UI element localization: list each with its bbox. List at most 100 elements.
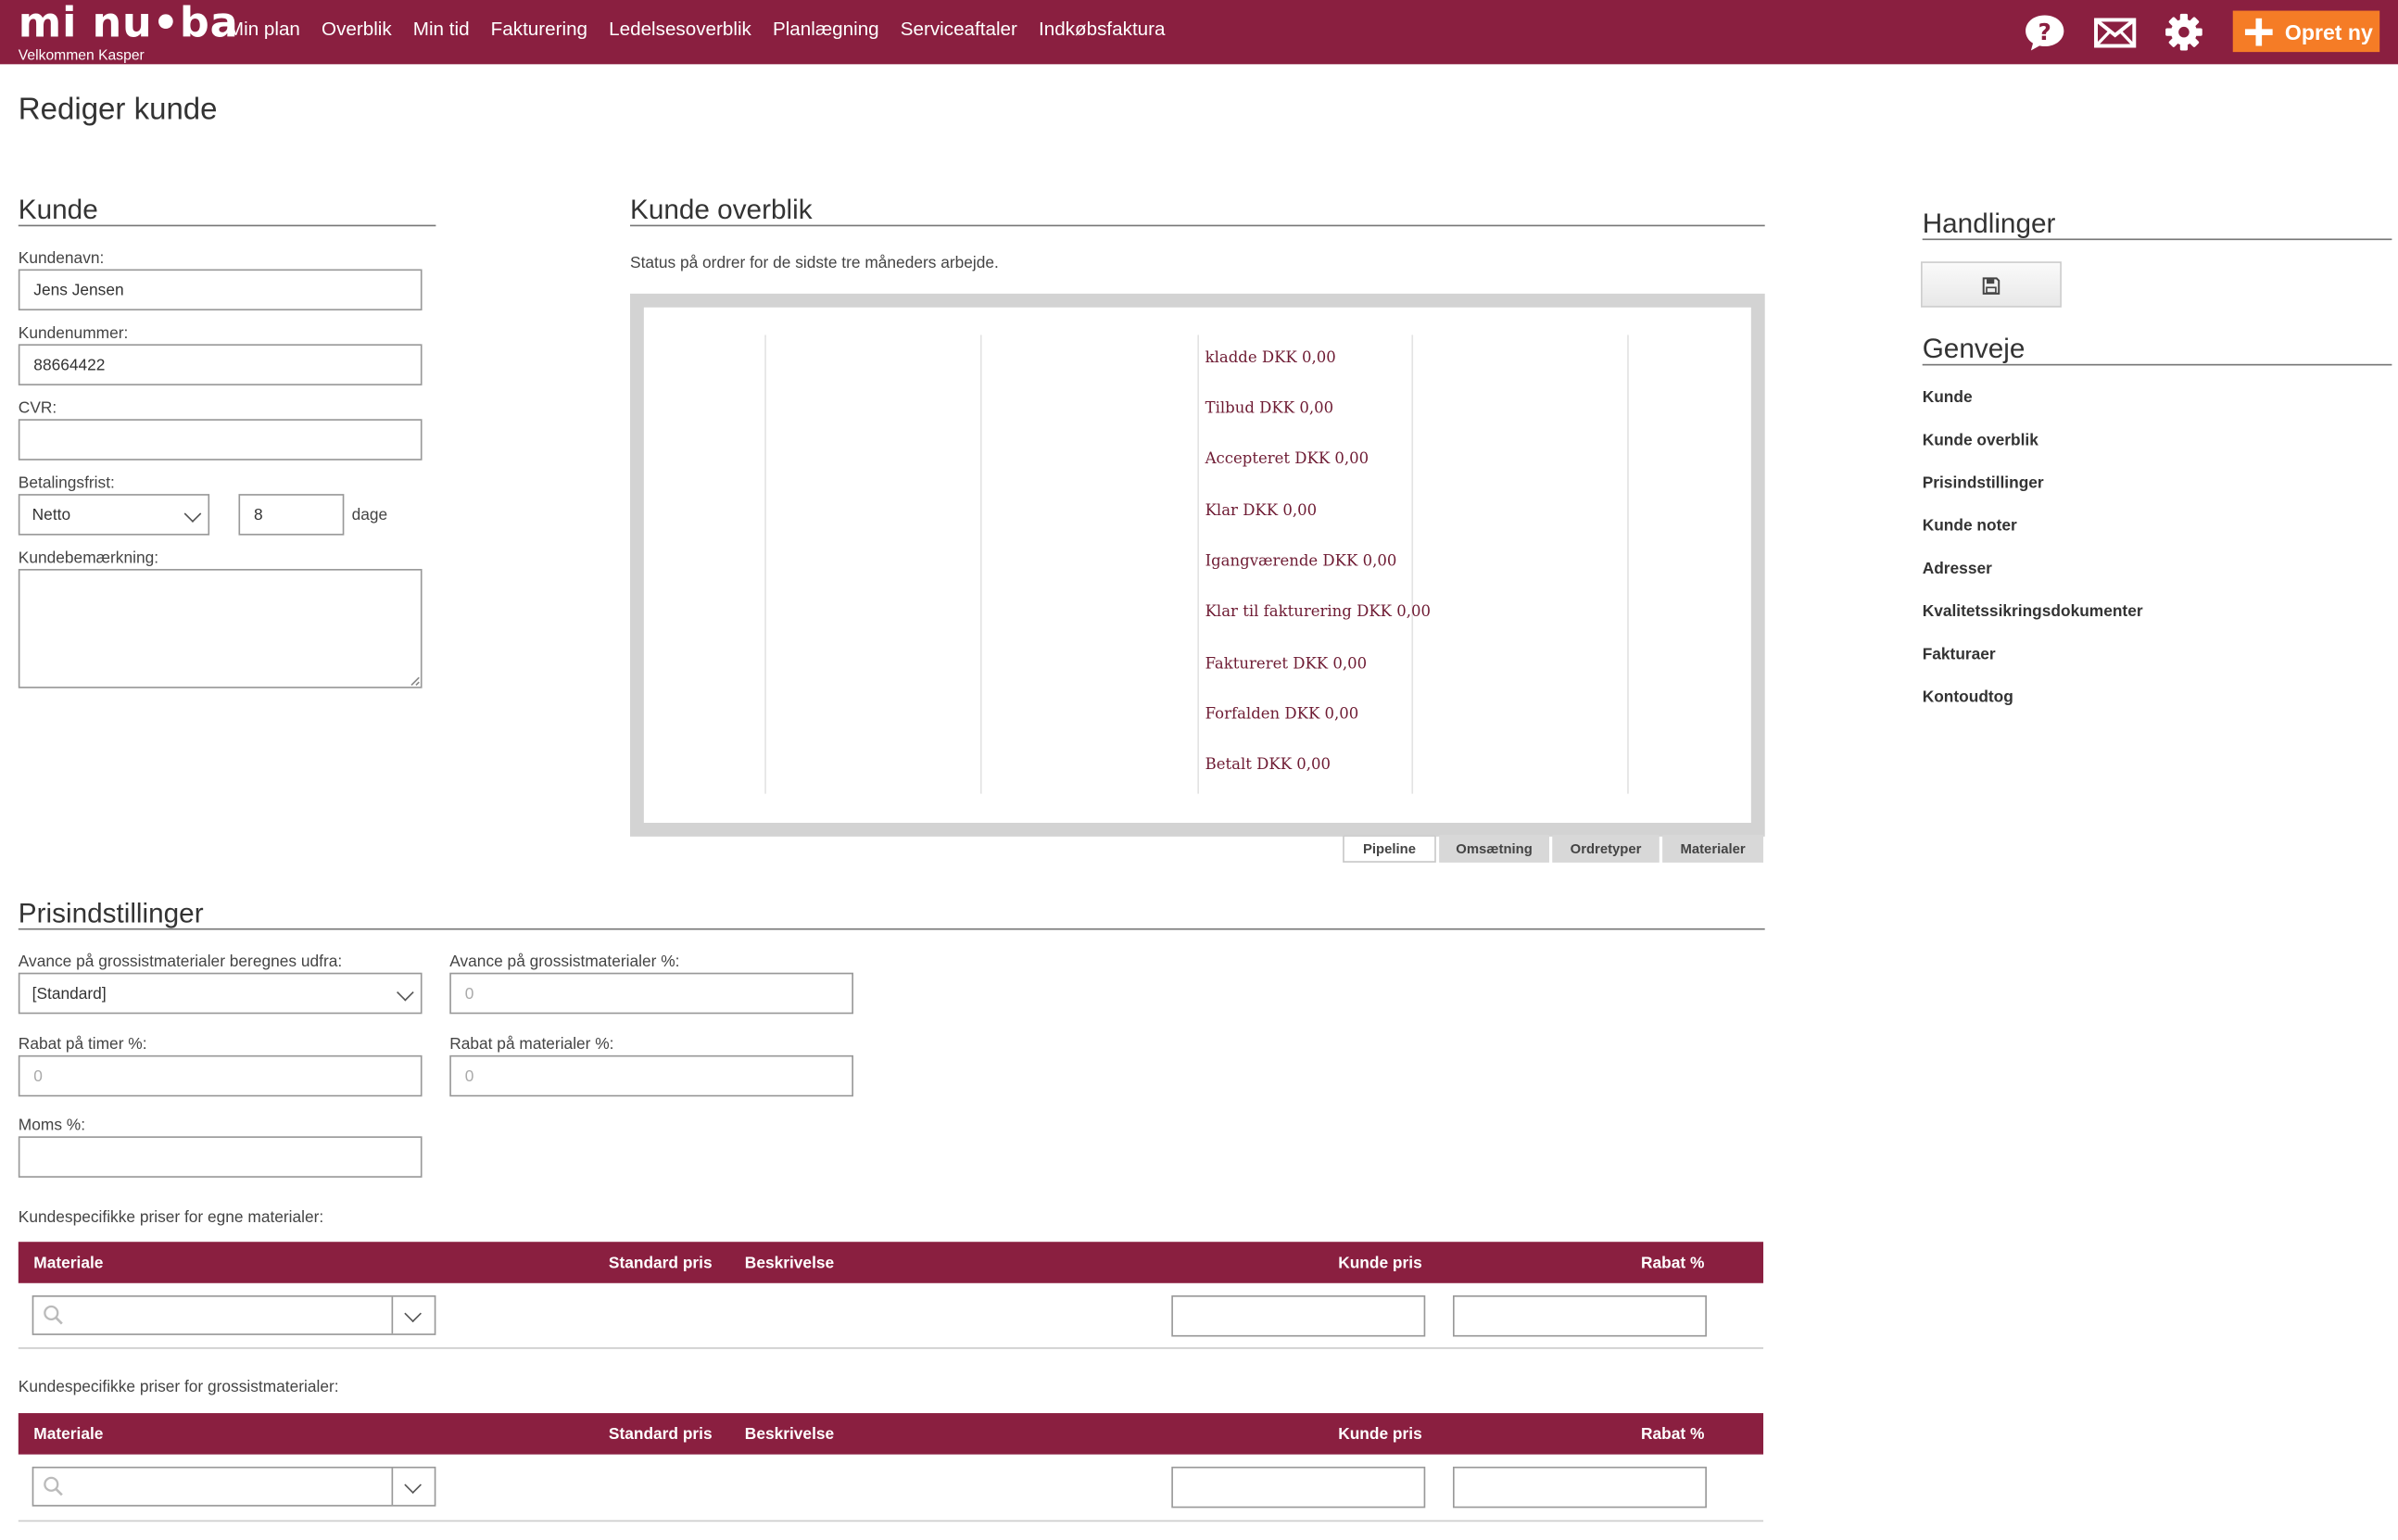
nav-min-tid[interactable]: Min tid bbox=[413, 19, 470, 40]
shortcut-kontoudtog[interactable]: Kontoudtog bbox=[1923, 688, 2013, 707]
help-icon[interactable]: ? bbox=[2024, 12, 2066, 52]
tab-materialer[interactable]: Materialer bbox=[1662, 835, 1764, 863]
search-icon bbox=[44, 1305, 63, 1325]
chevron-down-icon[interactable] bbox=[404, 1305, 422, 1323]
chart-gridline bbox=[1627, 335, 1629, 794]
pipeline-status-igangvaerende: Igangværende DKK 0,00 bbox=[1205, 553, 1397, 571]
nav-overblik[interactable]: Overblik bbox=[322, 19, 392, 40]
betalingsfrist-select-value: Netto bbox=[32, 505, 71, 524]
chevron-down-icon bbox=[397, 983, 414, 1002]
minuba-logo[interactable]: mi nu•ba bbox=[19, 1, 239, 48]
pipeline-status-klar: Klar DKK 0,00 bbox=[1205, 503, 1318, 521]
plus-icon bbox=[2244, 17, 2273, 45]
tab-omsaetning[interactable]: Omsætning bbox=[1439, 835, 1549, 863]
grossist-table-row-divider bbox=[18, 1520, 1764, 1522]
save-button[interactable] bbox=[1921, 261, 2062, 308]
tab-ordretyper[interactable]: Ordretyper bbox=[1552, 835, 1660, 863]
resize-handle-icon[interactable] bbox=[410, 676, 421, 688]
nav-min-plan[interactable]: Min plan bbox=[228, 19, 300, 40]
tab-pipeline[interactable]: Pipeline bbox=[1343, 835, 1436, 863]
cvr-label: CVR: bbox=[18, 398, 57, 418]
col-kunde-pris: Kunde pris bbox=[1338, 1254, 1422, 1273]
kundenavn-label: Kundenavn: bbox=[18, 249, 105, 268]
shortcut-prisindstillinger[interactable]: Prisindstillinger bbox=[1923, 474, 2044, 493]
moms-label: Moms %: bbox=[18, 1116, 86, 1135]
pipeline-status-forfalden: Forfalden DKK 0,00 bbox=[1205, 706, 1359, 724]
kunde-divider bbox=[18, 224, 436, 227]
col-materiale: Materiale bbox=[33, 1425, 104, 1445]
genveje-divider bbox=[1922, 363, 2392, 366]
chevron-down-icon[interactable] bbox=[404, 1476, 422, 1494]
avance-pct-input[interactable]: 0 bbox=[449, 972, 853, 1015]
pipeline-status-betalt: Betalt DKK 0,00 bbox=[1205, 757, 1332, 775]
kundenummer-label: Kundenummer: bbox=[18, 323, 129, 343]
chevron-down-icon bbox=[183, 505, 202, 523]
rabat-materialer-input[interactable]: 0 bbox=[449, 1054, 853, 1097]
betalingsfrist-days-input[interactable]: 8 bbox=[238, 494, 345, 536]
nav-planlaegning[interactable]: Planlægning bbox=[773, 19, 879, 40]
kundenummer-input[interactable]: 88664422 bbox=[18, 344, 423, 385]
shortcut-kvalitetssikringsdokumenter[interactable]: Kvalitetssikringsdokumenter bbox=[1923, 602, 2143, 621]
nav-ledelsesoverblik[interactable]: Ledelsesoverblik bbox=[609, 19, 751, 40]
opret-ny-button[interactable]: Opret ny bbox=[2232, 10, 2380, 53]
col-beskrivelse: Beskrivelse bbox=[744, 1254, 835, 1273]
pipeline-status-kladde: kladde DKK 0,00 bbox=[1205, 349, 1336, 368]
grossist-rabat-input[interactable] bbox=[1452, 1466, 1707, 1508]
handlinger-divider bbox=[1922, 238, 2392, 241]
egne-materiale-search-combo[interactable] bbox=[32, 1294, 436, 1335]
chart-gridline bbox=[979, 335, 982, 794]
egne-table-row-divider bbox=[18, 1347, 1764, 1349]
page-title: Rediger kunde bbox=[18, 93, 218, 127]
overblik-description: Status på ordrer for de sidste tre måned… bbox=[630, 253, 999, 272]
kundebemaerkning-label: Kundebemærkning: bbox=[18, 549, 159, 568]
chart-gridline bbox=[1197, 335, 1199, 794]
handlinger-section-title: Handlinger bbox=[1922, 208, 2056, 239]
kundenavn-input[interactable]: Jens Jensen bbox=[18, 269, 423, 311]
settings-icon[interactable] bbox=[2163, 12, 2205, 52]
shortcut-kunde[interactable]: Kunde bbox=[1923, 388, 1973, 407]
chart-gridline bbox=[1411, 335, 1414, 794]
genveje-section-title: Genveje bbox=[1922, 333, 2026, 364]
overblik-section-title: Kunde overblik bbox=[630, 194, 813, 225]
pipeline-status-accepteret: Accepteret DKK 0,00 bbox=[1205, 450, 1369, 469]
egne-kunde-pris-input[interactable] bbox=[1171, 1294, 1426, 1337]
search-icon bbox=[44, 1476, 63, 1496]
egne-rabat-input[interactable] bbox=[1452, 1294, 1707, 1337]
cvr-input[interactable] bbox=[18, 419, 423, 461]
col-standard-pris: Standard pris bbox=[608, 1425, 713, 1445]
main-nav: Min plan Overblik Min tid Fakturering Le… bbox=[228, 19, 1166, 40]
pipeline-status-tilbud: Tilbud DKK 0,00 bbox=[1205, 400, 1334, 418]
shortcut-kunde-overblik[interactable]: Kunde overblik bbox=[1923, 431, 2038, 449]
avance-basis-select[interactable]: [Standard] bbox=[18, 972, 423, 1015]
svg-text:?: ? bbox=[2038, 19, 2051, 45]
nav-fakturering[interactable]: Fakturering bbox=[491, 19, 587, 40]
kundebemaerkning-textarea[interactable] bbox=[18, 568, 423, 688]
pipeline-status-klar-til-fakturering: Klar til fakturering DKK 0,00 bbox=[1205, 603, 1432, 622]
avance-basis-select-value: [Standard] bbox=[32, 984, 107, 1003]
col-kunde-pris: Kunde pris bbox=[1338, 1425, 1422, 1445]
col-beskrivelse: Beskrivelse bbox=[744, 1425, 835, 1445]
nav-indkobsfaktura[interactable]: Indkøbsfaktura bbox=[1039, 19, 1165, 40]
overblik-divider bbox=[630, 224, 1765, 227]
rabat-timer-input[interactable]: 0 bbox=[18, 1054, 423, 1097]
betalingsfrist-select[interactable]: Netto bbox=[18, 494, 210, 536]
shortcut-fakturaer[interactable]: Fakturaer bbox=[1923, 646, 1996, 664]
grossist-kunde-pris-input[interactable] bbox=[1171, 1466, 1426, 1508]
col-materiale: Materiale bbox=[33, 1254, 104, 1273]
chart-gridline bbox=[764, 335, 766, 794]
shortcut-kunde-noter[interactable]: Kunde noter bbox=[1923, 517, 2017, 536]
moms-input[interactable] bbox=[18, 1136, 423, 1178]
avance-basis-label: Avance på grossistmaterialer beregnes ud… bbox=[18, 953, 343, 972]
mail-icon[interactable] bbox=[2094, 12, 2137, 52]
chart-tabs: Pipeline Omsætning Ordretyper Materialer bbox=[1340, 835, 1764, 863]
col-rabat: Rabat % bbox=[1640, 1425, 1705, 1445]
pipeline-status-faktureret: Faktureret DKK 0,00 bbox=[1205, 656, 1368, 674]
combo-divider bbox=[391, 1296, 394, 1334]
grossist-materiale-search-combo[interactable] bbox=[32, 1466, 436, 1507]
egne-materialer-table-header: Materiale Standard pris Beskrivelse Kund… bbox=[18, 1242, 1764, 1283]
save-icon bbox=[1982, 277, 2000, 295]
top-navigation-bar: mi nu•ba Velkommen Kasper Min plan Overb… bbox=[0, 0, 2398, 65]
betalingsfrist-unit: dage bbox=[351, 506, 388, 525]
nav-serviceaftaler[interactable]: Serviceaftaler bbox=[901, 19, 1017, 40]
shortcut-adresser[interactable]: Adresser bbox=[1923, 560, 1992, 578]
